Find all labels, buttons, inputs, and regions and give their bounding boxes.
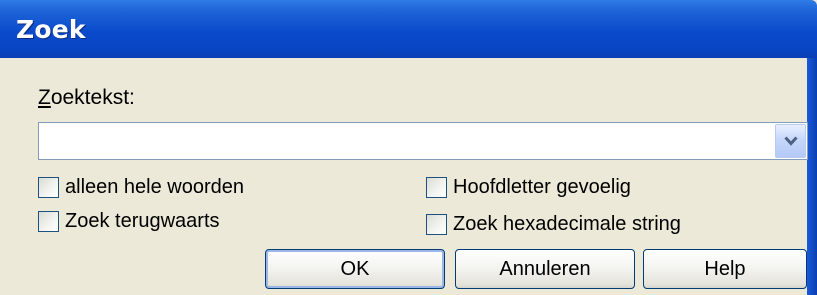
hex-string-option[interactable]: Zoek hexadecimale string (426, 213, 681, 236)
search-backwards-checkbox[interactable] (38, 211, 59, 232)
search-label-accelerator: Z (38, 86, 51, 109)
whole-words-option[interactable]: alleen hele woorden (38, 176, 244, 199)
whole-words-label: alleen hele woorden (65, 176, 245, 198)
title-bar[interactable]: Zoek (0, 0, 817, 58)
ok-button[interactable]: OK (265, 249, 445, 289)
dialog-title: Zoek (16, 15, 86, 44)
search-label-rest: oektekst: (50, 86, 135, 109)
help-button[interactable]: Help (643, 249, 807, 289)
window-frame-right (807, 58, 817, 295)
search-text-label: Zoektekst: (38, 86, 135, 110)
search-input[interactable] (39, 123, 769, 159)
chevron-down-icon (783, 136, 798, 146)
cancel-button[interactable]: Annuleren (455, 249, 635, 289)
search-dialog: Zoek Zoektekst: alleen hele woorden Hoof… (0, 0, 817, 295)
search-backwards-label: Zoek terugwaarts (65, 210, 220, 232)
case-sensitive-label: Hoofdletter gevoelig (453, 176, 631, 198)
case-sensitive-option[interactable]: Hoofdletter gevoelig (426, 176, 631, 199)
case-sensitive-checkbox[interactable] (426, 177, 447, 198)
hex-string-checkbox[interactable] (426, 214, 447, 235)
search-backwards-option[interactable]: Zoek terugwaarts (38, 210, 220, 233)
hex-string-label: Zoek hexadecimale string (453, 213, 681, 235)
dropdown-button[interactable] (775, 124, 806, 158)
search-combobox[interactable] (38, 122, 808, 160)
whole-words-checkbox[interactable] (38, 177, 59, 198)
